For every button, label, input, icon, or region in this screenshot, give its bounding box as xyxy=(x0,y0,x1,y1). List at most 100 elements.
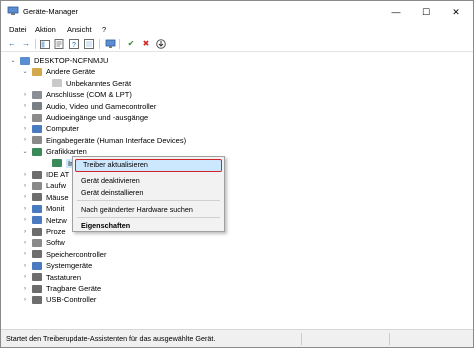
menu-datei[interactable]: Datei xyxy=(9,25,27,34)
tree-node-label: Proze xyxy=(46,227,66,236)
expand-chevron-icon[interactable]: › xyxy=(21,137,29,143)
show-hide-tree-icon[interactable] xyxy=(39,38,51,50)
tree-node[interactable]: › Audioeingänge und -ausgänge xyxy=(21,112,148,123)
tree-node-label: Systemgeräte xyxy=(46,261,93,271)
expand-chevron-icon[interactable]: › xyxy=(21,183,29,189)
menu-separator xyxy=(77,200,220,201)
tree-node-label: Softw xyxy=(46,238,65,248)
device-category-icon xyxy=(32,204,42,213)
collapse-chevron-icon[interactable]: ⌄ xyxy=(21,68,29,75)
tree-node[interactable]: Unbekanntes Gerät xyxy=(41,78,131,89)
device-category-icon xyxy=(32,227,42,236)
tree-node[interactable]: › Softw xyxy=(21,237,65,248)
tree-node[interactable]: › Anschlüsse (COM & LPT) xyxy=(21,89,132,100)
window-title: Geräte-Manager xyxy=(23,7,79,16)
device-category-icon xyxy=(32,284,42,293)
properties-sheet-icon[interactable] xyxy=(53,38,65,50)
update-driver-icon[interactable] xyxy=(155,38,167,50)
expand-chevron-icon[interactable]: › xyxy=(21,217,29,223)
tree-node[interactable]: › Tragbare Geräte xyxy=(21,283,101,294)
expand-chevron-icon[interactable]: › xyxy=(21,194,29,200)
tree-root-label: DESKTOP-NCFNMJU xyxy=(34,56,109,65)
minimize-button[interactable]: — xyxy=(381,1,411,23)
tree-node[interactable]: › IDE AT xyxy=(21,169,69,180)
maximize-button[interactable]: ☐ xyxy=(411,1,441,23)
tree-node[interactable]: › Monit xyxy=(21,203,64,214)
status-text: Startet den Treiberupdate-Assistenten fü… xyxy=(6,334,216,343)
toolbar-separator xyxy=(35,39,36,49)
close-button[interactable]: ✕ xyxy=(441,1,471,23)
menu-scan-hardware[interactable]: Nach geänderter Hardware suchen xyxy=(81,205,193,214)
tree-node[interactable]: › Audio, Video und Gamecontroller xyxy=(21,101,156,112)
device-category-icon xyxy=(32,193,42,202)
device-category-icon xyxy=(32,113,42,122)
expand-chevron-icon[interactable]: › xyxy=(21,286,29,292)
forward-arrow-icon[interactable]: → xyxy=(20,38,32,50)
expand-chevron-icon[interactable]: › xyxy=(21,92,29,98)
scan-hardware-monitor-icon[interactable] xyxy=(104,38,116,50)
expand-chevron-icon[interactable]: › xyxy=(21,251,29,257)
tree-node[interactable]: › Speichercontroller xyxy=(21,249,106,260)
collapse-chevron-icon[interactable]: ⌄ xyxy=(9,57,17,64)
uninstall-device-icon[interactable]: ✖ xyxy=(140,38,152,50)
tree-node[interactable]: › Netzw xyxy=(21,215,67,226)
tree-node-label: Monit xyxy=(46,204,65,214)
tree-node-label: Tastaturen xyxy=(46,272,82,282)
menu-disable-device[interactable]: Gerät deaktivieren xyxy=(81,176,140,185)
tree-node[interactable]: › Tastaturen xyxy=(21,272,81,283)
tree-node-label: Speichercontroller xyxy=(46,249,107,259)
device-category-icon xyxy=(32,261,42,270)
menu-aktion[interactable]: Aktion xyxy=(35,25,56,34)
device-category-icon xyxy=(32,250,42,259)
menu-ansicht[interactable]: Ansicht xyxy=(67,25,92,34)
tree-node[interactable]: › Eingabegeräte (Human Interface Devices) xyxy=(21,135,186,146)
menu-update-driver[interactable]: Treiber aktualisieren xyxy=(83,160,148,169)
tree-root[interactable]: ⌄ DESKTOP-NCFNMJU xyxy=(9,55,108,66)
expand-chevron-icon[interactable]: › xyxy=(21,274,29,280)
tree-node[interactable]: › Systemgeräte xyxy=(21,260,92,271)
tree-node-label: Audio, Video und Gamecontroller xyxy=(46,101,157,111)
device-category-icon xyxy=(32,67,42,76)
device-category-icon xyxy=(32,216,42,225)
tree-node-label: Audioeingänge und -ausgänge xyxy=(46,113,149,122)
expand-chevron-icon[interactable]: › xyxy=(21,229,29,235)
tree-node-label: Grafikkarten xyxy=(46,147,87,157)
device-category-icon xyxy=(32,181,42,190)
menu-help[interactable]: ? xyxy=(102,25,106,34)
expand-chevron-icon[interactable]: › xyxy=(21,126,29,132)
tree-node[interactable]: › Mäuse xyxy=(21,192,69,203)
tree-node-label: Laufw xyxy=(46,181,67,191)
expand-chevron-icon[interactable]: › xyxy=(21,240,29,246)
view-details-icon[interactable] xyxy=(83,38,95,50)
expand-chevron-icon[interactable]: › xyxy=(21,263,29,269)
toolbar-separator xyxy=(119,39,120,49)
tree-node[interactable]: › Laufw xyxy=(21,180,66,191)
tree-node-label: Unbekanntes Gerät xyxy=(66,78,132,88)
toolbar: ← → ? ✔ ✖ xyxy=(1,37,473,52)
menu-separator xyxy=(77,217,220,218)
tree-node-label: IDE AT xyxy=(46,170,70,179)
tree-node-label: Andere Geräte xyxy=(46,67,96,77)
expand-chevron-icon[interactable]: › xyxy=(21,297,29,303)
tree-node-label: Anschlüsse (COM & LPT) xyxy=(46,90,132,100)
expand-chevron-icon[interactable]: › xyxy=(21,172,29,178)
tree-node[interactable]: › Proze xyxy=(21,226,66,237)
toolbar-separator xyxy=(99,39,100,49)
menu-uninstall-device[interactable]: Gerät deinstallieren xyxy=(81,188,143,197)
tree-node[interactable]: › USB-Controller xyxy=(21,294,96,305)
tree-node[interactable]: › Computer xyxy=(21,123,79,134)
menu-properties[interactable]: Eigenschaften xyxy=(81,221,130,230)
collapse-chevron-icon[interactable]: ⌄ xyxy=(21,148,29,155)
tree-node[interactable]: ⌄ Andere Geräte xyxy=(21,66,95,77)
device-category-icon xyxy=(32,124,42,133)
enable-device-icon[interactable]: ✔ xyxy=(125,38,137,50)
title-bar: Geräte-Manager — ☐ ✕ xyxy=(1,1,473,23)
device-manager-app-icon xyxy=(7,6,19,15)
device-category-icon xyxy=(32,295,42,304)
expand-chevron-icon[interactable]: › xyxy=(21,206,29,212)
expand-chevron-icon[interactable]: › xyxy=(21,115,29,121)
back-arrow-icon[interactable]: ← xyxy=(6,38,18,50)
expand-chevron-icon[interactable]: › xyxy=(21,103,29,109)
help-book-icon[interactable]: ? xyxy=(68,38,80,50)
tree-node-label: Tragbare Geräte xyxy=(46,284,102,293)
